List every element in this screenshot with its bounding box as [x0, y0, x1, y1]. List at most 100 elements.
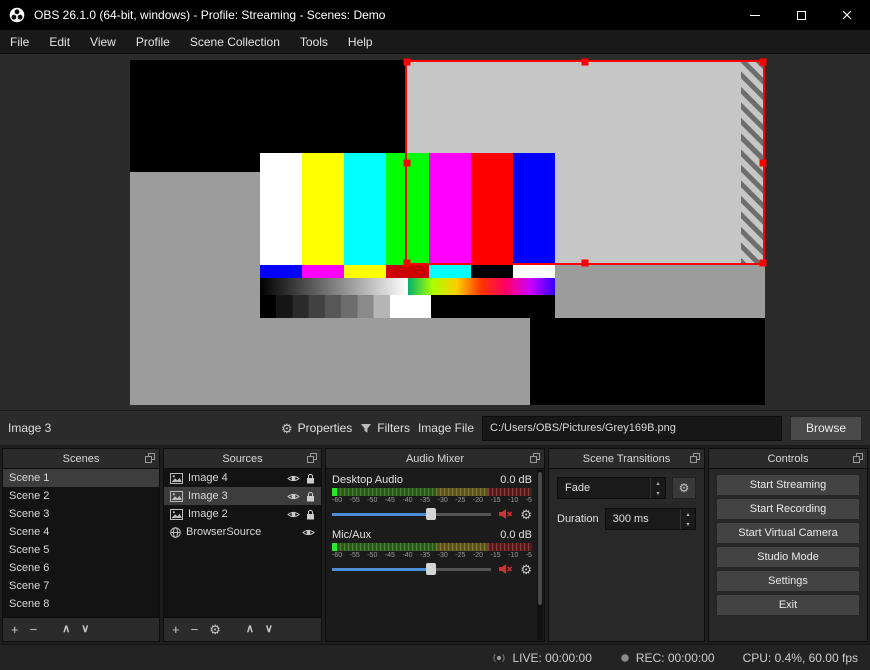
selection-handle[interactable] — [581, 259, 589, 267]
selection-handle[interactable] — [759, 159, 767, 166]
dock-float-icon[interactable] — [853, 453, 863, 463]
sources-toolbar: + − ⚙ ∧ ∨ — [164, 617, 321, 641]
maximize-button[interactable] — [778, 0, 824, 30]
controls-body: Start Streaming Start Recording Start Vi… — [709, 469, 867, 641]
scenes-dock-header[interactable]: Scenes — [3, 449, 159, 469]
image-file-input[interactable] — [482, 415, 782, 441]
controls-dock-header[interactable]: Controls — [709, 449, 867, 469]
dock-float-icon[interactable] — [690, 453, 700, 463]
slider-handle[interactable] — [425, 563, 436, 575]
menu-tools[interactable]: Tools — [290, 30, 338, 53]
preview-canvas[interactable] — [130, 58, 767, 405]
properties-button[interactable]: ⚙ Properties — [281, 421, 352, 435]
scene-row[interactable]: Scene 4 — [3, 523, 159, 541]
start-streaming-button[interactable]: Start Streaming — [716, 474, 860, 496]
menu-file[interactable]: File — [0, 30, 39, 53]
combo-arrows-icon[interactable]: ▴ ▾ — [650, 478, 665, 498]
menu-profile[interactable]: Profile — [126, 30, 180, 53]
audio-mixer-body: Desktop Audio 0.0 dB -60 -55 -50 -45 -40 -35-… — [326, 469, 544, 641]
mute-speaker-icon[interactable] — [498, 508, 513, 520]
selection-handle[interactable] — [581, 58, 589, 66]
transitions-dock-header[interactable]: Scene Transitions — [549, 449, 704, 469]
close-button[interactable] — [824, 0, 870, 30]
selection-handle[interactable] — [759, 58, 767, 66]
move-scene-up-button[interactable]: ∧ — [62, 624, 70, 635]
browse-button[interactable]: Browse — [790, 415, 862, 441]
move-source-down-button[interactable]: ∨ — [265, 624, 273, 635]
source-row[interactable]: Image 4 — [164, 469, 321, 487]
source-row[interactable]: BrowserSource — [164, 523, 321, 541]
exit-button[interactable]: Exit — [716, 594, 860, 616]
window-controls — [732, 0, 870, 30]
selection-handle[interactable] — [403, 259, 411, 267]
filters-button[interactable]: Filters — [360, 421, 410, 435]
visibility-eye-icon[interactable] — [287, 474, 300, 483]
sources-dock-header[interactable]: Sources — [164, 449, 321, 469]
scene-row[interactable]: Scene 2 — [3, 487, 159, 505]
scene-row[interactable]: Scene 3 — [3, 505, 159, 523]
volume-slider[interactable] — [332, 507, 492, 521]
spin-up-icon[interactable]: ▴ — [651, 478, 665, 488]
visibility-eye-icon[interactable] — [287, 510, 300, 519]
menu-help[interactable]: Help — [338, 30, 383, 53]
studio-mode-button[interactable]: Studio Mode — [716, 546, 860, 568]
db-label: -45 — [384, 552, 395, 559]
db-label: -5 — [525, 497, 532, 504]
dock-float-icon[interactable] — [145, 453, 155, 463]
move-source-up-button[interactable]: ∧ — [246, 624, 254, 635]
scrollbar-thumb[interactable] — [538, 472, 542, 605]
duration-spinbox[interactable]: 300 ms ▴ ▾ — [604, 508, 696, 530]
db-label: -60 — [332, 552, 343, 559]
volume-slider[interactable] — [332, 562, 492, 576]
scene-row[interactable]: Scene 6 — [3, 559, 159, 577]
move-scene-down-button[interactable]: ∨ — [81, 624, 89, 635]
channel-gear-icon[interactable]: ⚙ — [520, 563, 532, 576]
transition-combobox[interactable]: Fade ▴ ▾ — [557, 477, 666, 499]
source-row[interactable]: Image 3 — [164, 487, 321, 505]
audio-mixer-dock-header[interactable]: Audio Mixer — [326, 449, 544, 469]
settings-button[interactable]: Settings — [716, 570, 860, 592]
selection-handle[interactable] — [403, 58, 411, 66]
sources-dock-title: Sources — [222, 452, 263, 465]
duration-decrement-button[interactable]: ▾ — [681, 519, 695, 529]
transition-properties-button[interactable]: ⚙ — [672, 477, 696, 499]
channel-gear-icon[interactable]: ⚙ — [520, 508, 532, 521]
selection-handle[interactable] — [759, 259, 767, 267]
dock-float-icon[interactable] — [307, 453, 317, 463]
remove-scene-button[interactable]: − — [30, 623, 38, 636]
visibility-eye-icon[interactable] — [287, 492, 300, 501]
lock-icon[interactable] — [306, 491, 315, 502]
visibility-eye-icon[interactable] — [302, 528, 315, 537]
scene-row[interactable]: Scene 8 — [3, 595, 159, 613]
add-scene-button[interactable]: + — [11, 623, 19, 636]
dock-float-icon[interactable] — [530, 453, 540, 463]
preview-area[interactable] — [0, 54, 870, 410]
start-recording-button[interactable]: Start Recording — [716, 498, 860, 520]
source-row[interactable]: Image 2 — [164, 505, 321, 523]
scene-row[interactable]: Scene 5 — [3, 541, 159, 559]
menu-edit[interactable]: Edit — [39, 30, 80, 53]
live-time: LIVE: 00:00:00 — [512, 650, 592, 665]
source-properties-button[interactable]: ⚙ — [209, 623, 221, 636]
mixer-scrollbar[interactable] — [537, 470, 543, 640]
mute-speaker-icon[interactable] — [498, 563, 513, 575]
lock-icon[interactable] — [306, 509, 315, 520]
window-title: OBS 26.1.0 (64-bit, windows) - Profile: … — [34, 8, 386, 22]
slider-handle[interactable] — [425, 508, 436, 520]
minimize-button[interactable] — [732, 0, 778, 30]
db-label: -50 — [367, 497, 378, 504]
menu-view[interactable]: View — [80, 30, 126, 53]
db-label: -20 — [472, 497, 483, 504]
start-virtual-camera-button[interactable]: Start Virtual Camera — [716, 522, 860, 544]
add-source-button[interactable]: + — [172, 623, 180, 636]
menu-scene-collection[interactable]: Scene Collection — [180, 30, 290, 53]
scene-row[interactable]: Scene 7 — [3, 577, 159, 595]
duration-increment-button[interactable]: ▴ — [681, 509, 695, 519]
spin-down-icon[interactable]: ▾ — [651, 488, 665, 498]
remove-source-button[interactable]: − — [191, 623, 199, 636]
db-label: -45 — [384, 497, 395, 504]
selection-handle[interactable] — [403, 159, 411, 166]
lock-icon[interactable] — [306, 473, 315, 484]
rec-time: REC: 00:00:00 — [635, 650, 715, 665]
scene-row[interactable]: Scene 1 — [3, 469, 159, 487]
